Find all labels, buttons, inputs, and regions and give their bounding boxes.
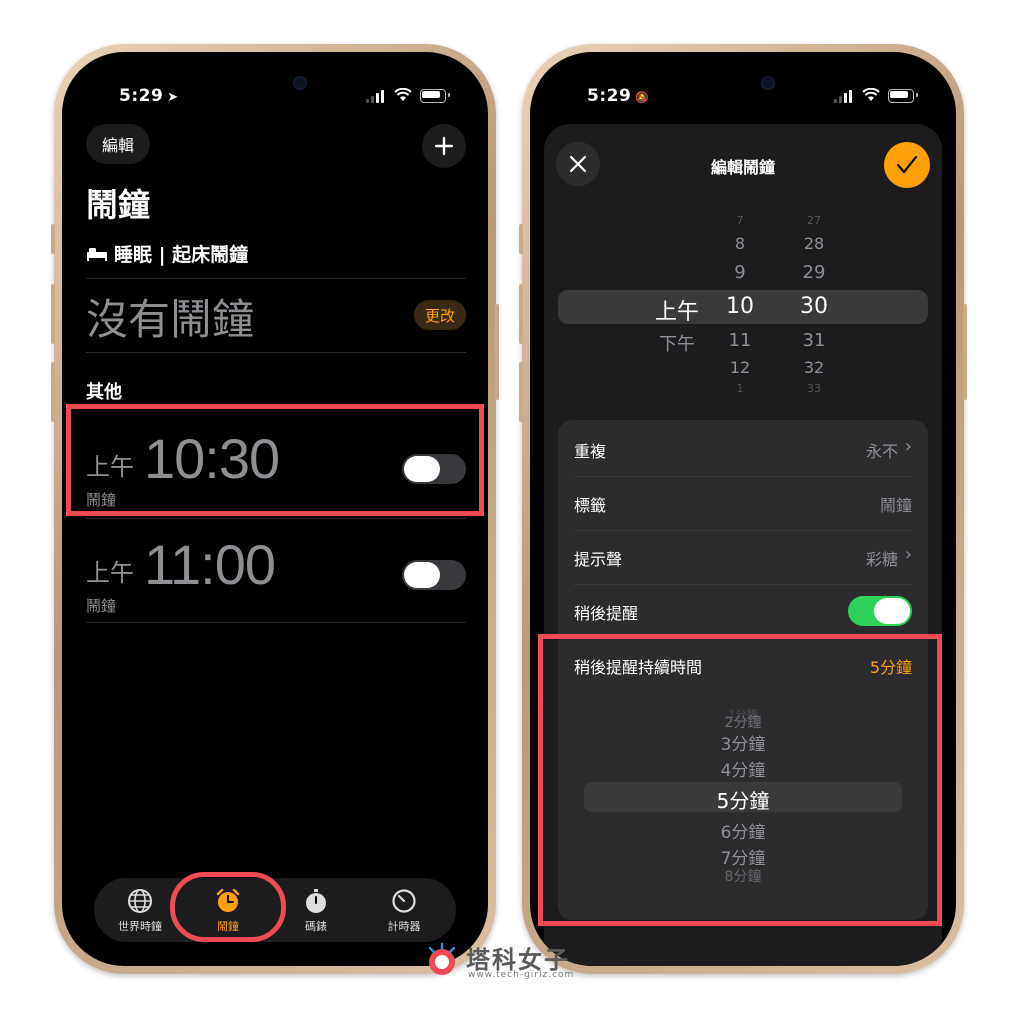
sound-row[interactable]: 提示聲 彩糖 › [574,530,912,585]
save-button[interactable] [884,142,930,188]
cellular-signal-icon [366,90,384,103]
stopwatch-icon [306,889,326,913]
hour-option: 8 [734,234,746,253]
snooze-row: 稍後提醒 [574,584,912,639]
alarm-label: 鬧鐘 [86,597,117,615]
alarm-time: 11:00 [144,533,276,596]
status-bar: 5:29 ➤ [62,82,488,112]
repeat-row[interactable]: 重複 永不 › [574,422,912,477]
minute-option: 28 [803,234,825,253]
hour-selected: 10 [726,294,754,319]
sleep-wake-header: 睡眠 | 起床鬧鐘 [86,240,248,267]
page-title: 鬧鐘 [86,186,151,224]
bell-muted-icon: 🔕 [635,91,650,104]
minute-option: 33 [807,382,821,395]
highlight-snooze-duration [538,634,942,926]
battery-icon [888,89,918,103]
hour-option: 11 [728,330,752,351]
sheet-title: 編輯鬧鐘 [710,158,775,177]
timer-icon [392,889,416,913]
globe-icon [128,889,152,913]
add-alarm-button[interactable] [422,124,466,168]
bed-icon [87,247,107,261]
minute-selected: 30 [800,294,828,319]
no-alarm-text: 沒有鬧鐘 [86,295,255,344]
hour-option: 7 [736,214,744,227]
plus-icon [434,136,454,156]
tab-world-clock[interactable]: 世界時鐘 [100,888,180,934]
hour-option: 12 [729,358,751,377]
minute-option: 29 [802,262,826,283]
location-arrow-icon: ➤ [167,90,179,105]
ampm-selected: 上午 [654,300,699,325]
wifi-icon [862,88,880,101]
status-bar: 5:29 🔕 [530,82,956,112]
change-sleep-button[interactable]: 更改 [414,300,466,330]
checkmark-icon [896,155,918,174]
alarm-row[interactable]: 上午 11:00 鬧鐘 [86,524,466,620]
hour-option: 9 [734,262,746,283]
highlight-alarm-tab [170,872,286,942]
wifi-icon [394,88,412,101]
status-time: 5:29 ➤ [119,86,179,106]
minute-option: 27 [807,214,821,227]
chevron-right-icon: › [904,436,912,457]
alarm-toggle[interactable] [402,560,466,590]
minute-option: 32 [803,358,825,377]
edit-button[interactable]: 編輯 [86,124,150,164]
label-row[interactable]: 標籤 鬧鐘 [574,476,912,531]
alarm-ampm: 上午 [86,559,134,587]
watermark: 塔科女子 www.tech-girlz.com [424,940,594,984]
minute-option: 31 [802,330,826,351]
chevron-right-icon: › [904,544,912,565]
hour-option: 1 [736,382,744,395]
cellular-signal-icon [834,90,852,103]
snooze-toggle[interactable] [848,596,912,626]
highlight-alarm-row [66,404,484,516]
status-time: 5:29 🔕 [587,86,650,106]
tab-timer[interactable]: 計時器 [364,888,444,934]
ampm-option: 下午 [659,334,695,355]
watermark-logo-icon [428,942,456,975]
tab-stopwatch[interactable]: 碼錶 [276,888,356,934]
section-other-header: 其他 [86,382,122,403]
battery-icon [420,89,450,103]
